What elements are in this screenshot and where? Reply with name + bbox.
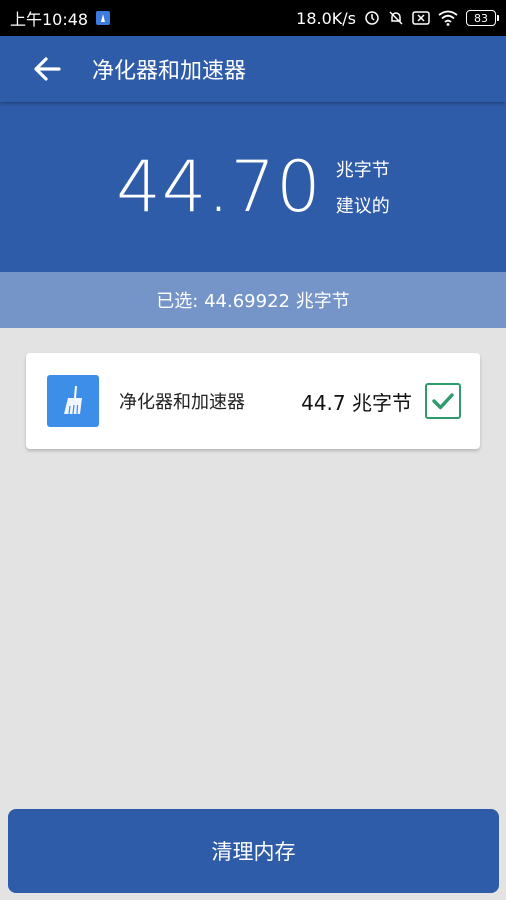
- alarm-icon: [364, 10, 380, 26]
- wifi-icon: [438, 10, 458, 26]
- list-item[interactable]: 净化器和加速器 44.7 兆字节: [26, 353, 480, 449]
- item-size: 44.7 兆字节: [301, 390, 412, 415]
- clean-memory-button[interactable]: 清理内存: [8, 809, 499, 893]
- item-checkbox[interactable]: [425, 383, 461, 419]
- selected-total: 已选: 44.69922 兆字节: [0, 272, 506, 328]
- cleanable-summary: 44.70 兆字节 建议的: [0, 102, 506, 272]
- amount-unit: 兆字节: [335, 160, 390, 181]
- amount-labels: 兆字节 建议的: [336, 156, 390, 218]
- broom-icon: [47, 375, 99, 427]
- status-bar: 上午10:48 18.0K/s 83: [0, 0, 506, 36]
- network-speed: 18.0K/s: [296, 8, 356, 28]
- mute-icon: [388, 10, 404, 26]
- battery-indicator: 83: [466, 10, 499, 26]
- sim-off-icon: [412, 11, 430, 25]
- item-name: 净化器和加速器: [119, 392, 245, 413]
- screen: 上午10:48 18.0K/s 83 净化器和加速器 44.70 兆字节 建议的…: [0, 0, 506, 900]
- status-right: 18.0K/s 83: [296, 8, 499, 28]
- arrow-left-icon: [34, 57, 61, 81]
- page-title: 净化器和加速器: [92, 59, 247, 84]
- back-button[interactable]: [14, 36, 80, 102]
- app-notification-icon: [96, 11, 111, 25]
- cleanable-amount: 44.70: [116, 146, 322, 228]
- amount-note: 建议的: [335, 196, 390, 217]
- status-left: 上午10:48: [10, 6, 111, 30]
- app-bar: 净化器和加速器: [0, 36, 506, 102]
- check-icon: [432, 393, 454, 410]
- status-time: 上午10:48: [10, 10, 89, 29]
